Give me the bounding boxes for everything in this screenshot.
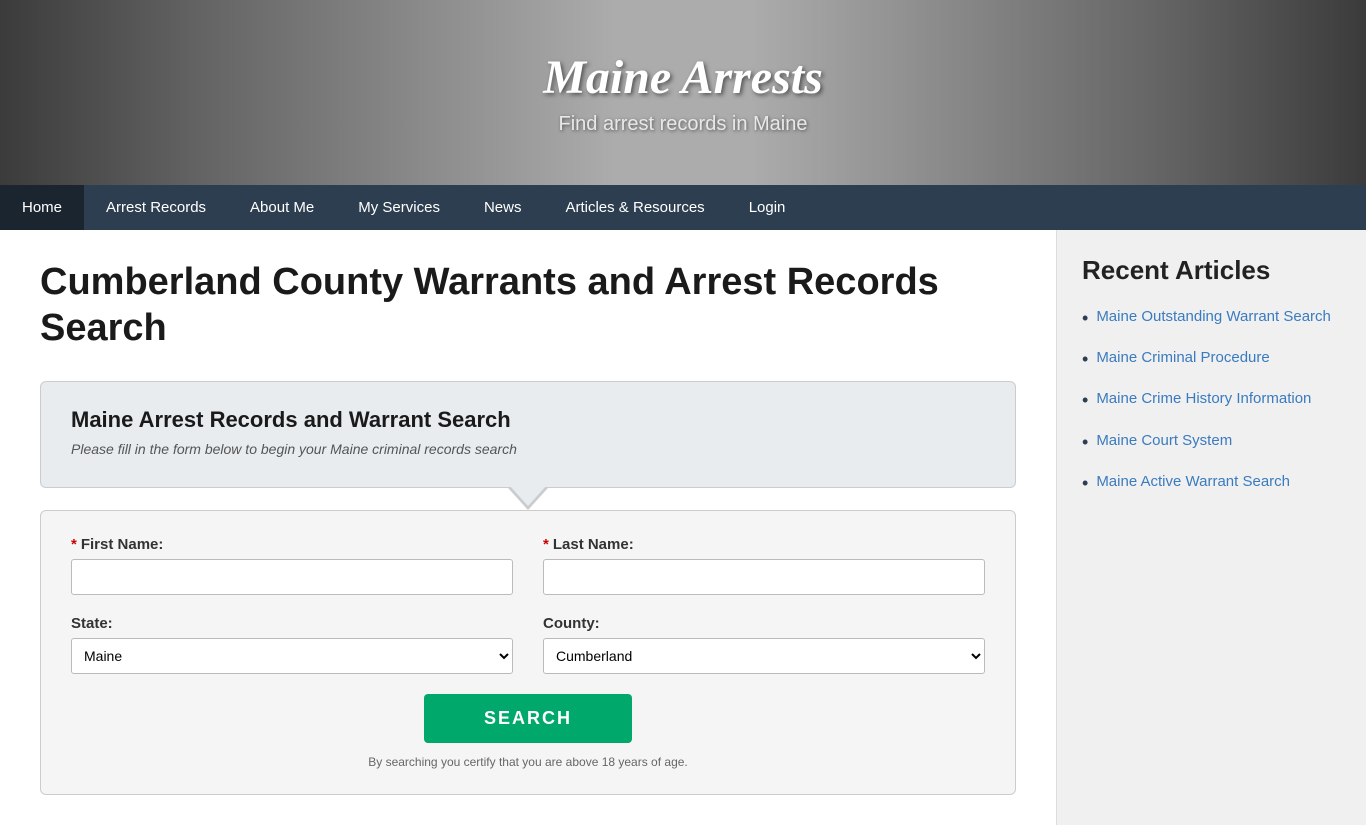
form-box-subtitle: Please fill in the form below to begin y… xyxy=(71,441,985,457)
nav-item-news[interactable]: News xyxy=(462,185,544,230)
sidebar-list: • Maine Outstanding Warrant Search • Mai… xyxy=(1082,306,1341,496)
state-group: State: Maine New Hampshire Vermont Massa… xyxy=(71,615,513,674)
list-item: • Maine Outstanding Warrant Search xyxy=(1082,306,1341,331)
content-area: Cumberland County Warrants and Arrest Re… xyxy=(0,230,1056,825)
search-button[interactable]: SEARCH xyxy=(424,694,632,743)
search-btn-row: SEARCH xyxy=(71,694,985,743)
bullet-icon: • xyxy=(1082,430,1088,455)
last-name-input[interactable] xyxy=(543,559,985,595)
bullet-icon: • xyxy=(1082,388,1088,413)
form-disclaimer: By searching you certify that you are ab… xyxy=(71,755,985,769)
navbar: Home Arrest Records About Me My Services… xyxy=(0,185,1366,230)
sidebar-link-active-warrant[interactable]: Maine Active Warrant Search xyxy=(1096,471,1290,492)
sidebar-link-outstanding-warrant[interactable]: Maine Outstanding Warrant Search xyxy=(1096,306,1331,327)
nav-item-articles-resources[interactable]: Articles & Resources xyxy=(543,185,726,230)
location-row: State: Maine New Hampshire Vermont Massa… xyxy=(71,615,985,674)
form-box-title: Maine Arrest Records and Warrant Search xyxy=(71,407,985,433)
page-title: Cumberland County Warrants and Arrest Re… xyxy=(40,260,1016,351)
nav-item-my-services[interactable]: My Services xyxy=(336,185,462,230)
first-name-required: * xyxy=(71,536,77,553)
sidebar-link-criminal-procedure[interactable]: Maine Criminal Procedure xyxy=(1096,347,1269,368)
first-name-input[interactable] xyxy=(71,559,513,595)
list-item: • Maine Active Warrant Search xyxy=(1082,471,1341,496)
nav-item-arrest-records[interactable]: Arrest Records xyxy=(84,185,228,230)
last-name-group: *Last Name: xyxy=(543,536,985,595)
county-label: County: xyxy=(543,615,985,632)
bullet-icon: • xyxy=(1082,471,1088,496)
header-center: Maine Arrests Find arrest records in Mai… xyxy=(543,50,823,136)
name-row: *First Name: *Last Name: xyxy=(71,536,985,595)
sidebar: Recent Articles • Maine Outstanding Warr… xyxy=(1056,230,1366,825)
form-header-box: Maine Arrest Records and Warrant Search … xyxy=(40,381,1016,488)
sidebar-link-court-system[interactable]: Maine Court System xyxy=(1096,430,1232,451)
last-name-label: *Last Name: xyxy=(543,536,985,553)
sidebar-link-crime-history[interactable]: Maine Crime History Information xyxy=(1096,388,1311,409)
nav-item-about-me[interactable]: About Me xyxy=(228,185,336,230)
list-item: • Maine Crime History Information xyxy=(1082,388,1341,413)
nav-item-home[interactable]: Home xyxy=(0,185,84,230)
first-name-label: *First Name: xyxy=(71,536,513,553)
county-select[interactable]: Cumberland York Kennebec Penobscot Andro… xyxy=(543,638,985,674)
list-item: • Maine Court System xyxy=(1082,430,1341,455)
site-title: Maine Arrests xyxy=(543,50,823,105)
sidebar-title: Recent Articles xyxy=(1082,255,1341,286)
site-subtitle: Find arrest records in Maine xyxy=(543,113,823,136)
bullet-icon: • xyxy=(1082,347,1088,372)
bullet-icon: • xyxy=(1082,306,1088,331)
list-item: • Maine Criminal Procedure xyxy=(1082,347,1341,372)
site-header: Maine Arrests Find arrest records in Mai… xyxy=(0,0,1366,185)
form-arrow xyxy=(508,488,548,510)
first-name-group: *First Name: xyxy=(71,536,513,595)
nav-item-login[interactable]: Login xyxy=(727,185,808,230)
state-select[interactable]: Maine New Hampshire Vermont Massachusett… xyxy=(71,638,513,674)
search-form: *First Name: *Last Name: State: Maine xyxy=(40,510,1016,795)
last-name-required: * xyxy=(543,536,549,553)
county-group: County: Cumberland York Kennebec Penobsc… xyxy=(543,615,985,674)
main-layout: Cumberland County Warrants and Arrest Re… xyxy=(0,230,1366,825)
state-label: State: xyxy=(71,615,513,632)
